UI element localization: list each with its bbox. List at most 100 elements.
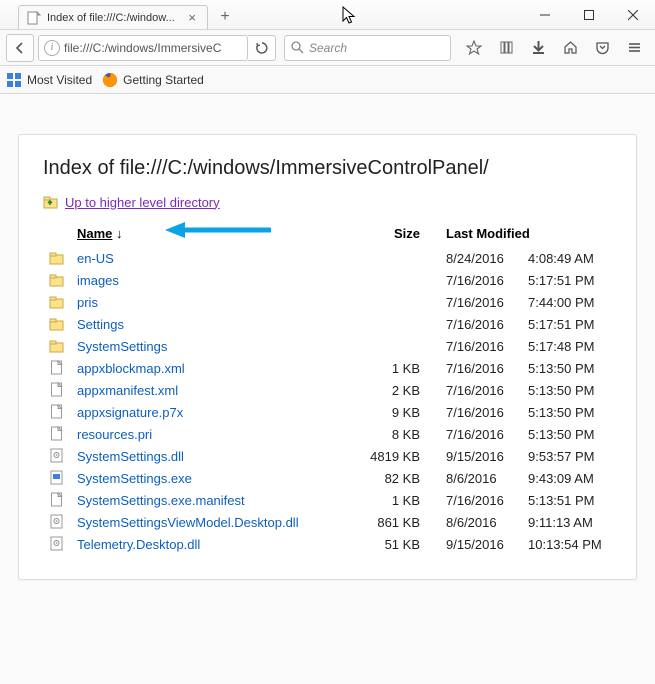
file-time: 4:08:49 AM [522,247,612,269]
sort-indicator-icon: ↓ [116,226,123,241]
table-row: SystemSettings.exe.manifest1 KB7/16/2016… [43,489,612,511]
table-row: SystemSettingsViewModel.Desktop.dll 861 K… [43,511,612,533]
library-icon[interactable] [491,34,521,62]
file-link[interactable]: Telemetry.Desktop.dll [77,537,200,552]
file-time: 5:13:50 PM [522,423,612,445]
file-date: 7/16/2016 [440,423,522,445]
file-size: 51 KB [350,533,440,555]
file-link[interactable]: appxmanifest.xml [77,383,178,398]
browser-tab[interactable]: Index of file:///C:/window... × [18,5,208,29]
bookmark-most-visited[interactable]: Most Visited [6,72,92,88]
file-link[interactable]: SystemSettings.exe [77,471,192,486]
table-row: Settings7/16/20165:17:51 PM [43,313,612,335]
file-time: 5:13:50 PM [522,357,612,379]
file-size [350,335,440,357]
downloads-icon[interactable] [523,34,553,62]
file-size: 4819 KB [350,445,440,467]
file-date: 7/16/2016 [440,291,522,313]
file-type-icon [43,269,71,291]
file-size: 861 KB [350,511,440,533]
file-time: 5:17:51 PM [522,313,612,335]
maximize-button[interactable] [567,0,611,29]
file-time: 9:43:09 AM [522,467,612,489]
table-row: appxmanifest.xml 2 KB7/16/20165:13:50 PM [43,379,612,401]
file-type-icon [43,335,71,357]
file-type-icon [43,511,71,533]
file-link[interactable]: Settings [77,317,124,332]
file-size: 9 KB [350,401,440,423]
menu-icon[interactable] [619,34,649,62]
home-icon[interactable] [555,34,585,62]
window-controls [523,0,655,29]
new-tab-button[interactable]: + [214,6,236,28]
url-bar[interactable]: i file:///C:/windows/ImmersiveC [38,35,248,61]
back-button[interactable] [6,34,34,62]
bookmark-getting-started[interactable]: Getting Started [102,72,204,88]
toolbar-icons [459,34,649,62]
firefox-icon [102,72,118,88]
file-type-icon [43,357,71,379]
bookmark-star-icon[interactable] [459,34,489,62]
reload-button[interactable] [248,35,276,61]
file-link[interactable]: SystemSettings.exe.manifest [77,493,245,508]
table-row: appxsignature.p7x 9 KB7/16/20165:13:50 PM [43,401,612,423]
file-link[interactable]: SystemSettingsViewModel.Desktop.dll [77,515,299,530]
minimize-button[interactable] [523,0,567,29]
file-size [350,291,440,313]
search-placeholder: Search [309,41,347,55]
file-size: 82 KB [350,467,440,489]
file-link[interactable]: appxblockmap.xml [77,361,185,376]
file-size: 1 KB [350,357,440,379]
file-type-icon [43,247,71,269]
file-time: 9:53:57 PM [522,445,612,467]
column-header-name[interactable]: Name ↓ [71,222,350,247]
content-area[interactable]: Index of file:///C:/windows/ImmersiveCon… [0,94,655,684]
file-link[interactable]: SystemSettings [77,339,167,354]
page-title: Index of file:///C:/windows/ImmersiveCon… [43,157,612,180]
file-type-icon [43,379,71,401]
file-date: 8/24/2016 [440,247,522,269]
directory-table: Name ↓ Size Last Modified en-US 8/24/2016… [43,222,612,555]
file-date: 7/16/2016 [440,401,522,423]
file-type-icon [43,489,71,511]
file-link[interactable]: appxsignature.p7x [77,405,183,420]
file-size: 2 KB [350,379,440,401]
column-header-modified[interactable]: Last Modified [440,222,612,247]
file-link[interactable]: pris [77,295,98,310]
file-type-icon [43,533,71,555]
tab-favicon [27,11,41,25]
tab-close-icon[interactable]: × [185,10,199,25]
up-folder-icon [43,194,59,210]
file-date: 9/15/2016 [440,445,522,467]
bookmarks-toolbar: Most Visited Getting Started [0,66,655,94]
file-link[interactable]: resources.pri [77,427,152,442]
pocket-icon[interactable] [587,34,617,62]
table-row: appxblockmap.xml1 KB7/16/20165:13:50 PM [43,357,612,379]
close-button[interactable] [611,0,655,29]
file-link[interactable]: images [77,273,119,288]
search-box[interactable]: Search [284,35,451,61]
file-date: 8/6/2016 [440,467,522,489]
file-link[interactable]: SystemSettings.dll [77,449,184,464]
file-date: 7/16/2016 [440,269,522,291]
window-titlebar: Index of file:///C:/window... × + [0,0,655,30]
tab-title: Index of file:///C:/window... [47,12,175,24]
file-date: 7/16/2016 [440,379,522,401]
column-header-size[interactable]: Size [350,222,440,247]
file-date: 8/6/2016 [440,511,522,533]
file-link[interactable]: en-US [77,251,114,266]
directory-listing-page: Index of file:///C:/windows/ImmersiveCon… [18,134,637,580]
file-date: 9/15/2016 [440,533,522,555]
bookmark-label: Getting Started [123,73,204,87]
file-time: 7:44:00 PM [522,291,612,313]
site-info-icon[interactable]: i [44,40,60,56]
file-time: 5:13:50 PM [522,401,612,423]
table-row: SystemSettings7/16/20165:17:48 PM [43,335,612,357]
table-row: en-US 8/24/20164:08:49 AM [43,247,612,269]
table-row: images7/16/20165:17:51 PM [43,269,612,291]
file-date: 7/16/2016 [440,335,522,357]
file-time: 5:13:50 PM [522,379,612,401]
table-row: resources.pri8 KB7/16/20165:13:50 PM [43,423,612,445]
file-type-icon [43,291,71,313]
up-directory-link[interactable]: Up to higher level directory [43,194,612,210]
